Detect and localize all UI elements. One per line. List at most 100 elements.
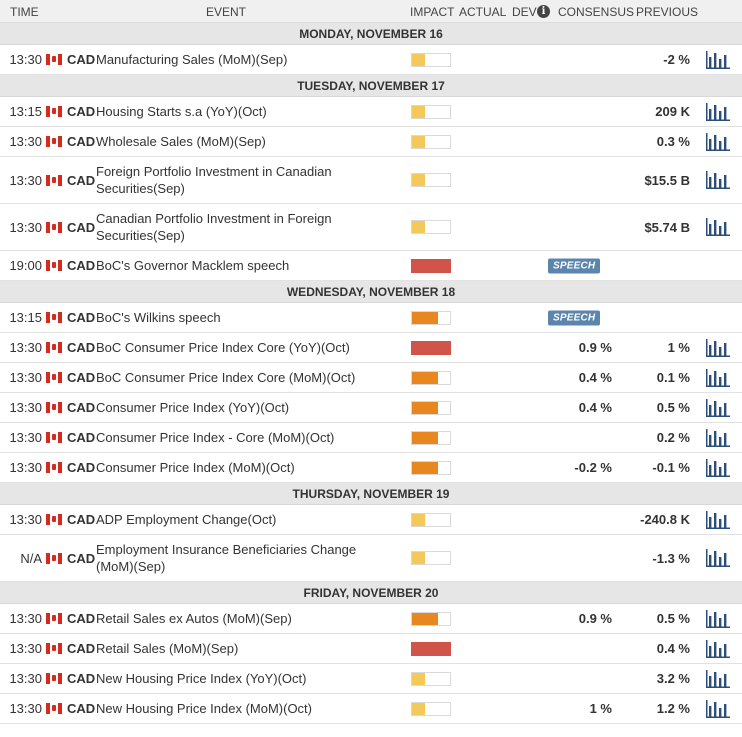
event-currency: CAD [67, 370, 96, 385]
event-row[interactable]: 13:30 CAD Consumer Price Index - Core (MoM… [0, 423, 742, 453]
event-time: 19:00 [9, 258, 42, 273]
chart-button[interactable] [706, 423, 732, 452]
event-row[interactable]: 13:30 CAD Wholesale Sales (MoM)(Sep) 0.3 % [0, 127, 742, 157]
flag-cell [46, 363, 62, 392]
column-event[interactable]: EVENT [206, 5, 246, 19]
impact-fill [412, 221, 425, 233]
event-name[interactable]: Retail Sales ex Autos (MoM)(Sep) [96, 604, 396, 633]
chart-button[interactable] [706, 634, 732, 663]
event-name[interactable]: New Housing Price Index (MoM)(Oct) [96, 694, 396, 723]
event-name[interactable]: BoC Consumer Price Index Core (YoY)(Oct) [96, 333, 396, 362]
impact-fill [412, 311, 438, 324]
event-name[interactable]: BoC Consumer Price Index Core (MoM)(Oct) [96, 363, 396, 392]
chart-button[interactable] [706, 363, 732, 392]
event-row[interactable]: 13:30 CAD BoC Consumer Price Index Core (M… [0, 363, 742, 393]
impact-fill [412, 702, 425, 715]
impact-indicator [411, 258, 451, 273]
event-row[interactable]: 13:30 CAD Consumer Price Index (MoM)(Oct) -… [0, 453, 742, 483]
bar-chart-icon [706, 50, 730, 69]
flag-cell [46, 423, 62, 452]
event-name[interactable]: Wholesale Sales (MoM)(Sep) [96, 127, 396, 156]
event-row[interactable]: 13:30 CAD Canadian Portfolio Investment in… [0, 204, 742, 251]
chart-button[interactable] [706, 393, 732, 422]
event-row[interactable]: 13:30 CAD Consumer Price Index (YoY)(Oct) 0… [0, 393, 742, 423]
column-actual[interactable]: ACTUAL [459, 5, 506, 19]
event-name[interactable]: Consumer Price Index (YoY)(Oct) [96, 393, 396, 422]
event-name[interactable]: BoC's Governor Macklem speech [96, 251, 396, 280]
event-name[interactable]: BoC's Wilkins speech [96, 303, 396, 332]
event-currency: CAD [67, 134, 96, 149]
impact-cell [411, 97, 451, 126]
canada-flag-icon [46, 372, 62, 383]
event-time: 13:30 [9, 701, 42, 716]
chart-button[interactable] [706, 604, 732, 633]
event-name[interactable]: Employment Insurance Beneficiaries Chang… [96, 535, 396, 581]
impact-fill [412, 672, 425, 685]
event-row[interactable]: 13:30 CAD New Housing Price Index (MoM)(Oc… [0, 694, 742, 724]
chart-button[interactable] [706, 333, 732, 362]
event-time: 13:30 [9, 370, 42, 385]
event-name[interactable]: Manufacturing Sales (MoM)(Sep) [96, 45, 396, 74]
chart-button[interactable] [706, 127, 732, 156]
column-previous[interactable]: PREVIOUS [636, 5, 698, 19]
event-row[interactable]: 13:30 CAD ADP Employment Change(Oct) -240.8… [0, 505, 742, 535]
impact-cell [411, 204, 451, 250]
event-currency: CAD [67, 400, 96, 415]
event-currency: CAD [67, 52, 96, 67]
event-time: 13:30 [9, 52, 42, 67]
previous-value: $5.74 B [644, 219, 690, 235]
canada-flag-icon [46, 402, 62, 413]
event-name[interactable]: Canadian Portfolio Investment in Foreign… [96, 204, 396, 250]
event-time: 13:15 [9, 310, 42, 325]
column-time[interactable]: TIME [10, 5, 39, 19]
event-row[interactable]: 13:30 CAD Foreign Portfolio Investment in … [0, 157, 742, 204]
event-row[interactable]: 13:30 CAD New Housing Price Index (YoY)(Oc… [0, 664, 742, 694]
column-impact[interactable]: IMPACT [410, 5, 454, 19]
chart-button[interactable] [706, 97, 732, 126]
event-currency: CAD [67, 460, 96, 475]
chart-button[interactable] [706, 453, 732, 482]
flag-cell [46, 204, 62, 250]
event-row[interactable]: 13:15 CAD BoC's Wilkins speech SPEECH [0, 303, 742, 333]
event-row[interactable]: 13:30 CAD Retail Sales (MoM)(Sep) 0.4 % [0, 634, 742, 664]
event-name[interactable]: Foreign Portfolio Investment in Canadian… [96, 157, 396, 203]
event-row[interactable]: 19:00 CAD BoC's Governor Macklem speech SPE… [0, 251, 742, 281]
event-name[interactable]: ADP Employment Change(Oct) [96, 505, 396, 534]
event-currency: CAD [67, 172, 96, 188]
event-name[interactable]: Retail Sales (MoM)(Sep) [96, 634, 396, 663]
column-consensus[interactable]: CONSENSUS [558, 5, 634, 19]
flag-cell [46, 664, 62, 693]
canada-flag-icon [46, 260, 62, 271]
event-row[interactable]: 13:30 CAD Retail Sales ex Autos (MoM)(Sep)… [0, 604, 742, 634]
chart-button[interactable] [706, 204, 732, 250]
bar-chart-icon [706, 609, 730, 628]
impact-indicator [411, 52, 451, 67]
canada-flag-icon [46, 174, 62, 186]
chart-button[interactable] [706, 535, 732, 581]
info-icon[interactable]: i [537, 5, 550, 18]
bar-chart-icon [706, 458, 730, 477]
event-row[interactable]: 13:30 CAD BoC Consumer Price Index Core (Y… [0, 333, 742, 363]
event-name[interactable]: New Housing Price Index (YoY)(Oct) [96, 664, 396, 693]
event-name[interactable]: Consumer Price Index - Core (MoM)(Oct) [96, 423, 396, 452]
chart-button[interactable] [706, 505, 732, 534]
event-currency: CAD [67, 701, 96, 716]
event-row[interactable]: 13:15 CAD Housing Starts s.a (YoY)(Oct) 209… [0, 97, 742, 127]
chart-button[interactable] [706, 45, 732, 74]
impact-indicator [411, 104, 451, 119]
previous-value: 0.2 % [656, 430, 690, 445]
event-time: 13:30 [9, 400, 42, 415]
chart-button[interactable] [706, 157, 732, 203]
impact-cell [411, 251, 451, 280]
impact-indicator [411, 134, 451, 149]
column-dev[interactable]: DEV [512, 5, 537, 19]
event-name[interactable]: Housing Starts s.a (YoY)(Oct) [96, 97, 396, 126]
chart-button[interactable] [706, 694, 732, 723]
chart-button[interactable] [706, 664, 732, 693]
event-name[interactable]: Consumer Price Index (MoM)(Oct) [96, 453, 396, 482]
impact-fill [412, 431, 438, 444]
impact-indicator [411, 551, 451, 565]
impact-indicator [411, 340, 451, 355]
event-row[interactable]: N/A CAD Employment Insurance Beneficiaries… [0, 535, 742, 582]
event-row[interactable]: 13:30 CAD Manufacturing Sales (MoM)(Sep) -2… [0, 45, 742, 75]
